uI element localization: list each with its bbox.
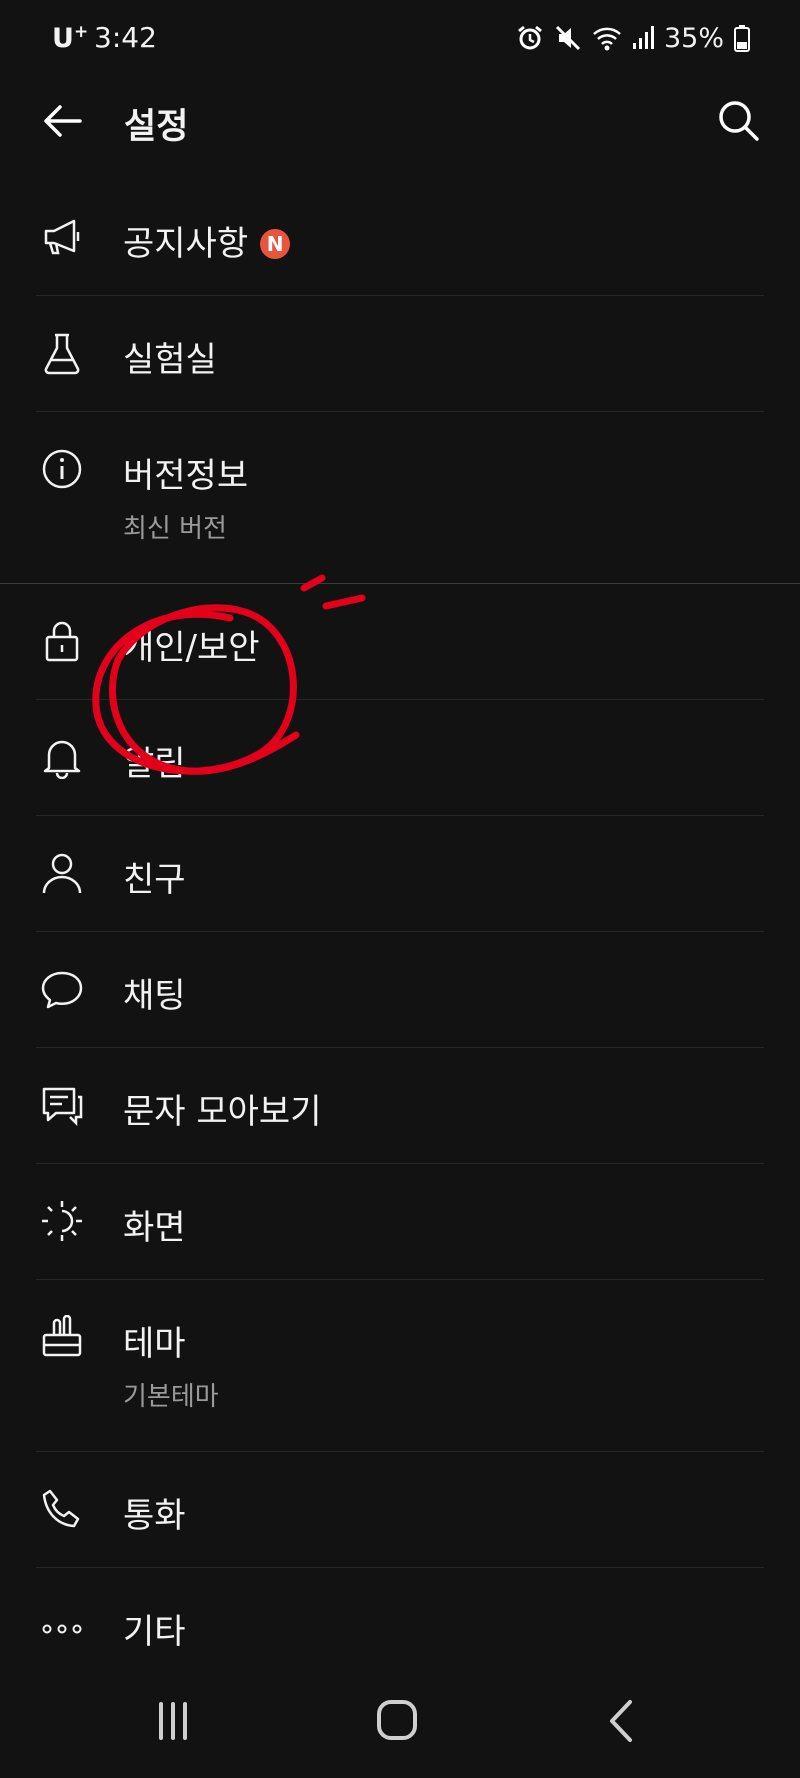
signal-icon [632,26,654,49]
app-bar: 설정 [0,76,800,166]
paint-brush-icon [42,1315,82,1357]
battery-icon [734,25,750,52]
menu-item-alarm[interactable]: 알림 [36,700,764,816]
menu-item-notice[interactable]: 공지사항 N [36,180,764,296]
menu-item-label: 테마 [123,1324,186,1364]
menu-item-friends[interactable]: 친구 [36,816,764,932]
search-icon[interactable] [714,96,764,146]
menu-item-label: 버전정보 [123,456,249,496]
back-arrow-icon[interactable] [38,96,88,146]
menu-item-label: 통화 [123,1496,186,1536]
lock-icon [45,621,79,662]
menu-item-sms[interactable]: 문자 모아보기 [36,1048,764,1164]
mute-icon [555,25,581,51]
brightness-icon [42,1201,82,1241]
home-icon[interactable] [367,1696,427,1746]
new-badge: N [260,229,291,259]
menu-item-label: 알림 [123,744,186,784]
menu-item-lab[interactable]: 실험실 [36,296,764,412]
menu-item-version[interactable]: 버전정보 최신 버전 [36,412,764,583]
bell-icon [43,740,81,779]
more-dots-icon [42,1624,82,1634]
version-status: 최신 버전 [123,514,227,544]
status-bar: U+ 3:42 35% [0,0,800,76]
info-icon [42,449,82,489]
status-icons: 35% [516,20,750,56]
menu-item-theme[interactable]: 테마 기본테마 [36,1280,764,1452]
megaphone-icon [44,219,80,255]
alarm-icon [518,25,542,50]
menu-item-label: 화면 [123,1208,186,1248]
menu-item-label: 채팅 [123,976,186,1016]
phone-icon [42,1489,80,1528]
menu-item-label: 실험실 [123,340,217,380]
menu-item-call[interactable]: 통화 [36,1452,764,1568]
page-title: 설정 [124,107,189,147]
settings-menu: 공지사항 N 실험실 버전정보 최신 버전 개인/보안 알림 친구 채팅 문자 모… [0,180,800,1683]
menu-item-label: 개인/보안 [123,628,260,668]
system-nav-bar [0,1662,800,1778]
menu-item-display[interactable]: 화면 [36,1164,764,1280]
menu-item-label: 문자 모아보기 [123,1092,322,1132]
nav-back-icon[interactable] [592,1696,652,1746]
recent-apps-icon[interactable] [143,1696,203,1746]
person-icon [42,853,82,894]
battery-percent: 35% [663,22,724,54]
message-icon [42,1087,83,1127]
theme-name: 기본테마 [123,1382,219,1412]
flask-icon [44,333,80,375]
menu-item-chat[interactable]: 채팅 [36,932,764,1048]
clock: 3:42 [94,21,157,54]
menu-item-label: 친구 [123,860,186,900]
menu-item-label: 기타 [123,1612,186,1652]
menu-item-label: 공지사항 N [123,216,291,265]
wifi-icon [593,27,621,51]
menu-item-privacy[interactable]: 개인/보안 [36,584,764,700]
carrier-label: U+ [52,22,89,54]
chat-bubble-icon [41,971,83,1009]
